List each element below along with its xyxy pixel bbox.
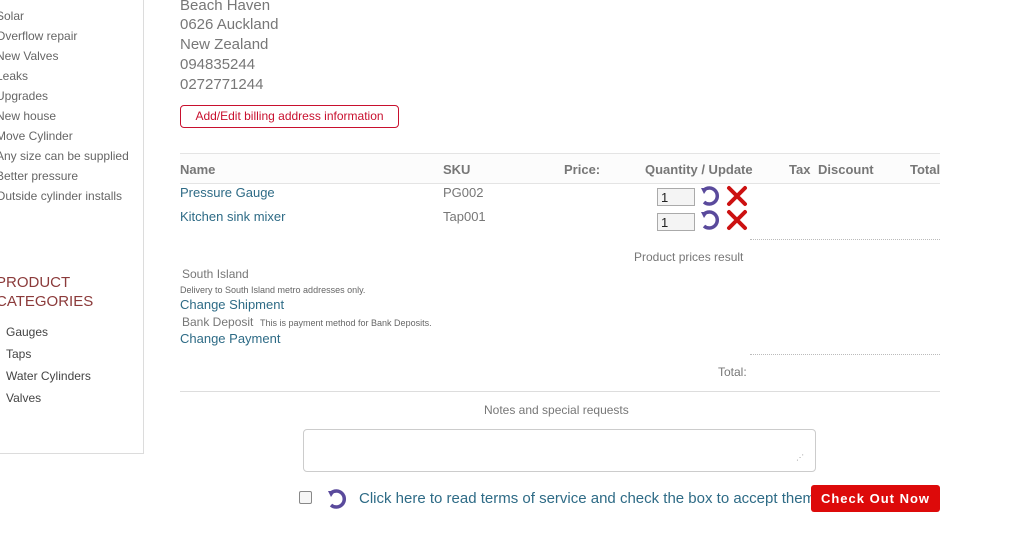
column-header-name: Name <box>180 162 216 177</box>
edit-billing-address-button[interactable]: Add/Edit billing address information <box>180 105 399 128</box>
change-shipment-link[interactable]: Change Shipment <box>180 297 284 312</box>
sidebar: Solar Overflow repair New Valves Leaks U… <box>0 0 144 454</box>
notes-textarea[interactable] <box>303 429 816 472</box>
sidebar-link-overflow-repair[interactable]: Overflow repair <box>0 29 77 43</box>
notes-label: Notes and special requests <box>484 403 629 417</box>
category-link-valves[interactable]: Valves <box>6 391 41 405</box>
delete-x-icon[interactable] <box>726 185 748 207</box>
total-label: Total: <box>718 365 747 379</box>
refresh-icon <box>326 488 348 510</box>
quantity-input[interactable] <box>657 213 695 231</box>
product-sku: PG002 <box>443 185 484 200</box>
subtotal-divider <box>750 239 940 240</box>
column-header-sku: SKU <box>443 162 471 177</box>
sidebar-link-new-house[interactable]: New house <box>0 109 56 123</box>
change-payment-link[interactable]: Change Payment <box>180 331 280 346</box>
product-prices-result-label: Product prices result <box>634 250 744 264</box>
payment-note: This is payment method for Bank Deposits… <box>260 318 432 328</box>
sidebar-link-better-pressure[interactable]: Better pressure <box>0 169 78 183</box>
sidebar-link-leaks[interactable]: Leaks <box>0 69 28 83</box>
sidebar-link-move-cylinder[interactable]: Move Cylinder <box>0 129 73 143</box>
refresh-icon[interactable] <box>699 185 721 207</box>
sidebar-link-new-valves[interactable]: New Valves <box>0 49 58 63</box>
column-header-tax: Tax <box>789 162 811 177</box>
address-line-suburb: Beach Haven <box>180 0 271 14</box>
total-divider <box>750 354 940 355</box>
column-header-quantity: Quantity / Update <box>645 162 753 177</box>
column-header-price: Price: <box>564 162 601 177</box>
column-header-discount: Discount <box>818 162 874 177</box>
product-link[interactable]: Pressure Gauge <box>180 185 275 200</box>
quantity-input[interactable] <box>657 188 695 206</box>
shipment-note: Delivery to South Island metro addresses… <box>180 285 366 295</box>
terms-checkbox[interactable] <box>299 491 312 504</box>
shipment-name: South Island <box>182 267 249 281</box>
address-line-country: New Zealand <box>180 36 269 53</box>
checkout-button[interactable]: Check Out Now <box>811 485 940 512</box>
category-link-gauges[interactable]: Gauges <box>6 325 48 339</box>
address-line-city: 0626 Auckland <box>180 16 279 33</box>
address-line-mobile: 0272771244 <box>180 76 264 93</box>
delete-x-icon[interactable] <box>726 209 748 231</box>
product-sku: Tap001 <box>443 209 486 224</box>
section-divider <box>180 391 940 392</box>
payment-name: Bank Deposit <box>182 315 254 329</box>
address-line-phone: 094835244 <box>180 56 256 73</box>
sidebar-link-solar[interactable]: Solar <box>0 9 24 23</box>
sidebar-link-outside-installs[interactable]: Outside cylinder installs <box>0 189 122 203</box>
refresh-icon[interactable] <box>699 209 721 231</box>
cart-table-header: Name SKU Price: Quantity / Update Tax Di… <box>180 153 940 184</box>
product-categories-heading: PRODUCT CATEGORIES <box>0 274 94 310</box>
terms-of-service-link[interactable]: Click here to read terms of service and … <box>359 490 819 507</box>
sidebar-link-any-size[interactable]: Any size can be supplied <box>0 149 129 163</box>
category-link-water-cylinders[interactable]: Water Cylinders <box>6 369 91 383</box>
product-link[interactable]: Kitchen sink mixer <box>180 209 285 224</box>
category-link-taps[interactable]: Taps <box>6 347 31 361</box>
sidebar-link-upgrades[interactable]: Upgrades <box>0 89 48 103</box>
column-header-total: Total <box>910 162 941 177</box>
